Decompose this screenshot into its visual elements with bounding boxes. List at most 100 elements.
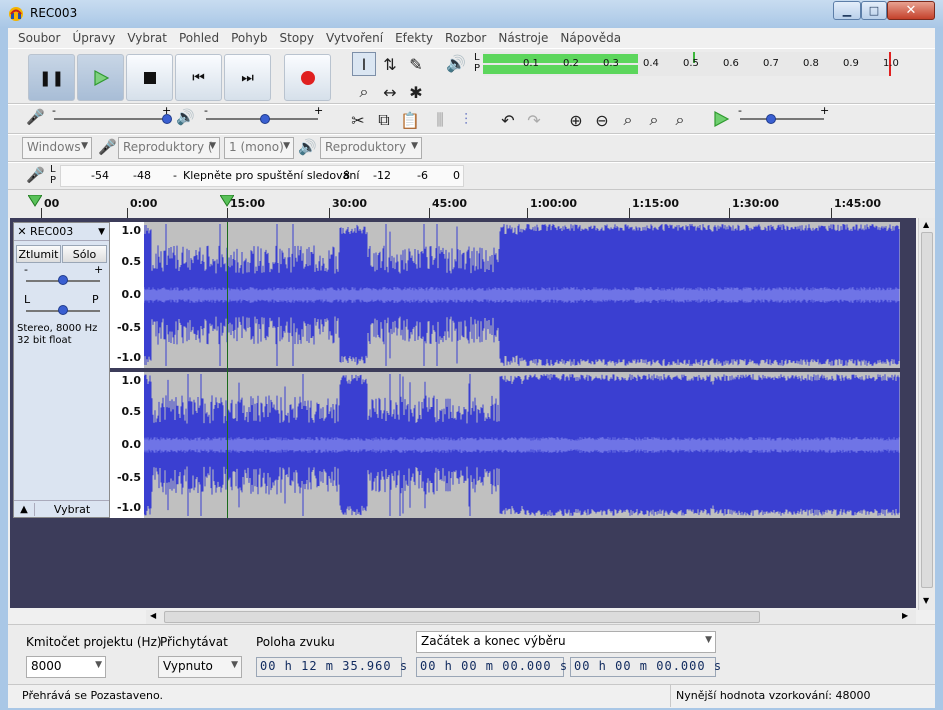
waveform-right-channel[interactable]: [144, 372, 900, 518]
record-meter-tick: 8: [343, 169, 350, 182]
mute-button[interactable]: Ztlumit: [16, 245, 61, 263]
play-at-speed-button[interactable]: [712, 110, 730, 131]
trim-button[interactable]: ⫼: [428, 108, 452, 132]
scroll-up-icon[interactable]: ▲: [923, 220, 929, 229]
zoom-out-button[interactable]: ⊖: [590, 108, 614, 132]
close-track-icon[interactable]: ✕: [14, 225, 30, 238]
play-speed-slider[interactable]: - +: [736, 104, 829, 128]
scroll-left-icon[interactable]: ◀: [150, 611, 156, 620]
minimize-button[interactable]: ▁: [833, 1, 861, 20]
chevron-down-icon: ▼: [209, 141, 216, 151]
recording-volume-thumb[interactable]: [162, 114, 172, 124]
waveform-left-channel[interactable]: [144, 222, 900, 368]
time-shift-tool[interactable]: ↔: [378, 80, 402, 104]
menu-file[interactable]: Soubor: [12, 31, 66, 45]
playback-volume-thumb[interactable]: [260, 114, 270, 124]
stop-button[interactable]: [126, 54, 173, 101]
selection-start-field[interactable]: 00 h 00 m 00.000 s: [416, 657, 567, 677]
skip-to-end-button[interactable]: ⏭: [224, 54, 271, 101]
selection-mode-select[interactable]: Začátek a konec výběru ▼: [416, 631, 716, 653]
trim-icon: ⫼: [436, 110, 444, 129]
speaker-icon: 🔊: [176, 108, 195, 126]
channel-right-vertical-ruler[interactable]: 1.0 0.5 0.0 -0.5 -1.0: [110, 372, 144, 518]
track-menu-chevron-icon[interactable]: ▼: [98, 227, 109, 237]
channel-left-vertical-ruler[interactable]: 1.0 0.5 0.0 -0.5 -1.0: [110, 222, 144, 368]
skip-to-start-button[interactable]: ⏮: [175, 54, 222, 101]
copy-button[interactable]: ⧉: [372, 108, 396, 132]
record-button[interactable]: [284, 54, 331, 101]
gain-slider-thumb[interactable]: [58, 275, 68, 285]
input-mic-icon: 🎤: [98, 138, 117, 156]
record-meter-mic-icon[interactable]: 🎤: [26, 166, 45, 184]
envelope-tool[interactable]: ⇅: [378, 52, 402, 76]
timeline-tick-label: 45:00: [432, 197, 468, 210]
channels-select[interactable]: 1 (mono) ▼: [224, 137, 294, 159]
play-speed-thumb[interactable]: [766, 114, 776, 124]
audio-host-select[interactable]: Windows ▼: [22, 137, 92, 159]
playback-device-select[interactable]: Reproduktory ▼: [320, 137, 422, 159]
audio-host-value: Windows: [27, 140, 81, 154]
playback-meter-tick: 0.6: [723, 58, 739, 69]
play-button[interactable]: [77, 54, 124, 101]
zoom-toggle-button[interactable]: ⌕: [668, 108, 692, 132]
silence-button[interactable]: ⫶: [454, 108, 478, 132]
vertical-scroll-thumb[interactable]: [921, 232, 933, 588]
horizontal-scroll-thumb[interactable]: [164, 611, 760, 623]
horizontal-scrollbar[interactable]: ◀ ▶: [146, 610, 916, 624]
close-button[interactable]: ✕: [887, 1, 935, 20]
recording-volume-slider[interactable]: - +: [50, 104, 172, 128]
menu-help[interactable]: Nápověda: [554, 31, 627, 45]
timeline-tick-label: 1:45:00: [834, 197, 882, 210]
scroll-down-icon[interactable]: ▼: [923, 596, 929, 605]
scroll-right-icon[interactable]: ▶: [902, 611, 908, 620]
recording-device-select[interactable]: Reproduktory (▼: [118, 137, 220, 159]
cut-button[interactable]: ✂: [346, 108, 370, 132]
menu-transport[interactable]: Pohyb: [225, 31, 273, 45]
paste-icon: 📋: [400, 110, 420, 130]
solo-button[interactable]: Sólo: [62, 245, 107, 263]
play-icon: [93, 69, 109, 86]
record-meter[interactable]: -54 -48 - Klepněte pro spuštění sledován…: [60, 165, 464, 187]
pan-slider-thumb[interactable]: [58, 305, 68, 315]
track-info: Stereo, 8000 Hz 32 bit float: [17, 323, 97, 347]
meter-label-right: P: [474, 63, 481, 74]
playback-volume-slider[interactable]: - +: [202, 104, 323, 128]
menu-generate[interactable]: Vytvoření: [320, 31, 389, 45]
project-rate-select[interactable]: 8000 ▼: [26, 656, 106, 678]
menu-select[interactable]: Vybrat: [121, 31, 173, 45]
menu-tracks[interactable]: Stopy: [274, 31, 320, 45]
menu-tools[interactable]: Nástroje: [492, 31, 554, 45]
select-track-button[interactable]: Vybrat: [34, 502, 109, 516]
undo-button[interactable]: ↶: [496, 108, 520, 132]
timeline-ruler[interactable]: 00 0:00 15:00 30:00 45:00 1:00:00 1:15:00 1:30:…: [8, 190, 935, 218]
draw-tool[interactable]: ✎: [404, 52, 428, 76]
menu-view[interactable]: Pohled: [173, 31, 225, 45]
menu-edit[interactable]: Úpravy: [66, 31, 121, 45]
menu-analyze[interactable]: Rozbor: [439, 31, 492, 45]
audio-position-field[interactable]: 00 h 12 m 35.960 s: [256, 657, 407, 677]
maximize-icon: □: [868, 4, 880, 17]
zoom-in-button[interactable]: ⊕: [564, 108, 588, 132]
skip-end-icon: ⏭: [241, 69, 254, 86]
collapse-track-icon[interactable]: ▲: [14, 504, 34, 515]
pan-right-label: P: [92, 293, 99, 306]
redo-button[interactable]: ↷: [522, 108, 546, 132]
speaker-meter-icon[interactable]: 🔊: [446, 54, 466, 73]
snap-to-value: Vypnuto: [163, 659, 213, 673]
selection-end-field[interactable]: 00 h 00 m 00.000 s: [570, 657, 721, 677]
fit-selection-button[interactable]: ⌕: [616, 108, 640, 132]
vertical-scrollbar[interactable]: ▲ ▼: [918, 218, 935, 610]
zoom-tool[interactable]: ⌕: [352, 80, 376, 104]
playback-meter[interactable]: 0.1 0.2 0.3 0.4 0.5 0.6 0.7 0.8 0.9 1.0: [483, 52, 899, 76]
menu-effects[interactable]: Efekty: [389, 31, 439, 45]
maximize-button[interactable]: □: [861, 1, 887, 20]
selection-tool[interactable]: I: [352, 52, 376, 76]
track-name[interactable]: REC003: [30, 225, 98, 238]
paste-button[interactable]: 📋: [398, 108, 422, 132]
double-arrow-icon: ↔: [383, 82, 397, 102]
fit-project-button[interactable]: ⌕: [642, 108, 666, 132]
snap-to-select[interactable]: Vypnuto ▼: [158, 656, 242, 678]
audio-position-label: Poloha zvuku: [256, 635, 335, 649]
multi-tool[interactable]: ✱: [404, 80, 428, 104]
pause-button[interactable]: ❚❚: [28, 54, 75, 101]
